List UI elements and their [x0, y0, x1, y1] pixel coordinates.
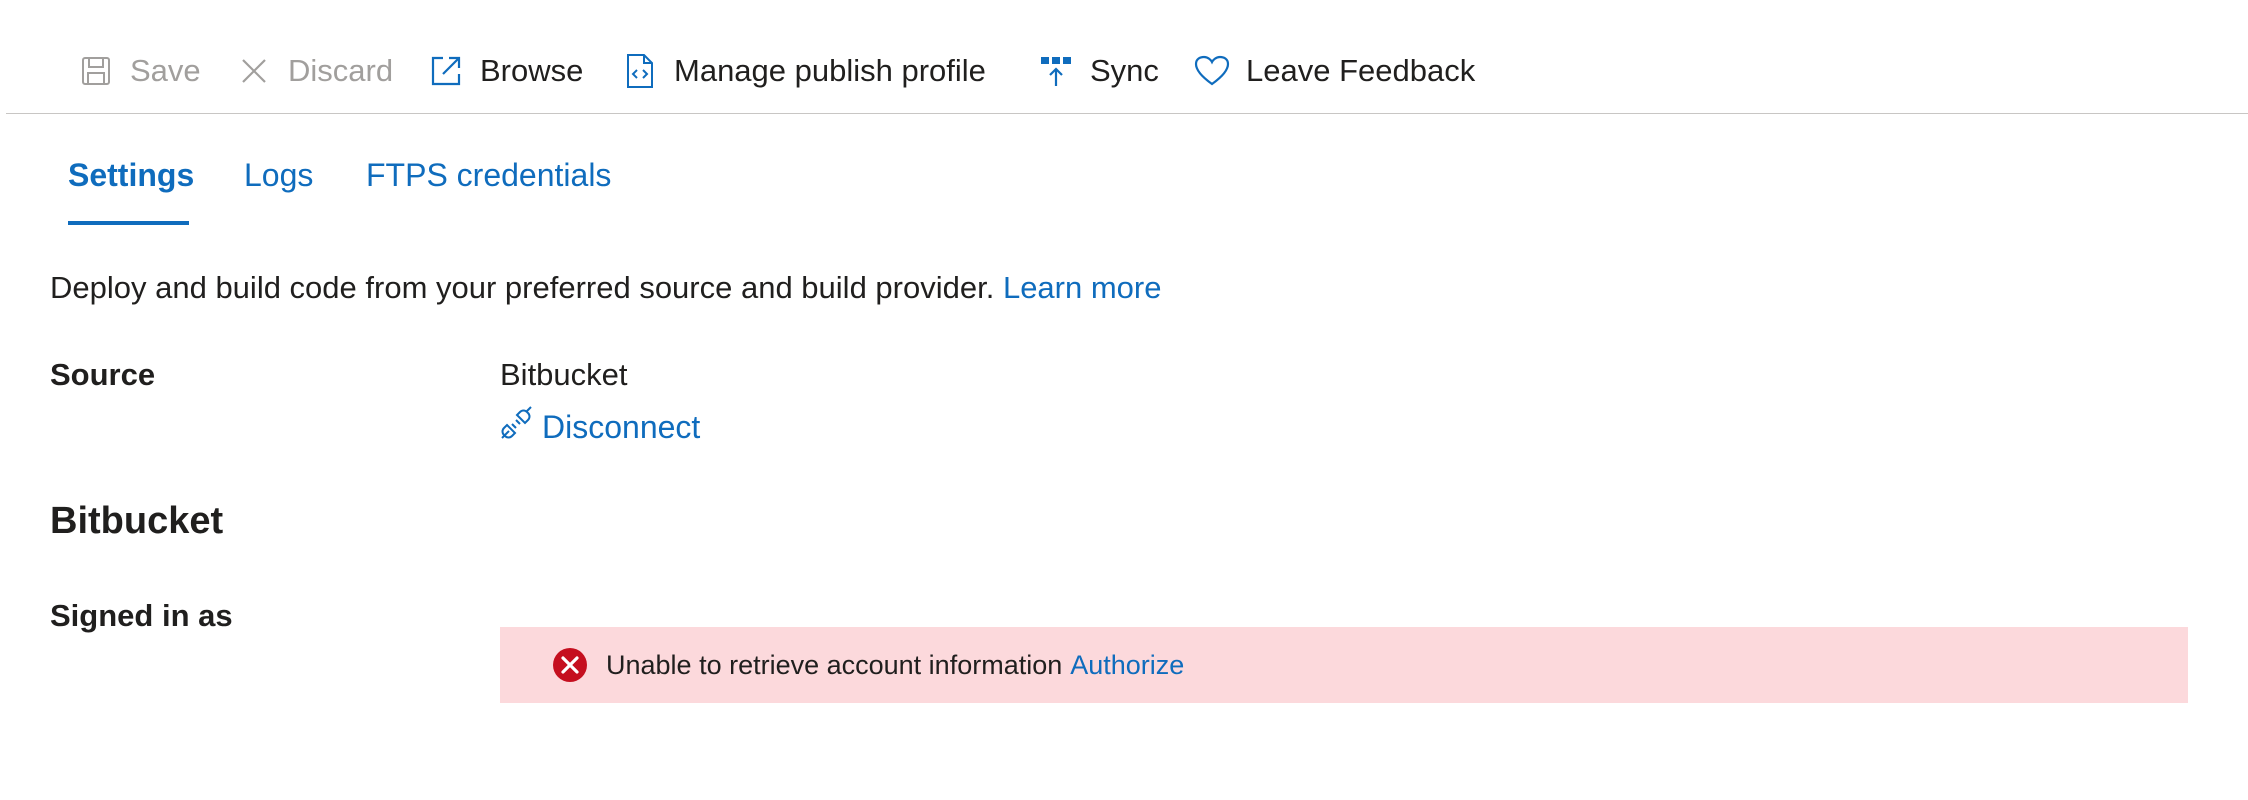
- save-icon: [78, 53, 114, 89]
- leave-feedback-label: Leave Feedback: [1246, 53, 1476, 88]
- save-button[interactable]: Save: [78, 45, 201, 97]
- tab-list: Settings Logs FTPS credentials: [0, 140, 2248, 230]
- save-label: Save: [130, 53, 201, 88]
- browse-button[interactable]: Browse: [428, 45, 583, 97]
- code-file-icon: [622, 53, 658, 89]
- tab-logs[interactable]: Logs: [244, 157, 313, 194]
- browse-label: Browse: [480, 53, 584, 88]
- manage-publish-profile-button[interactable]: Manage publish profile: [622, 45, 986, 97]
- tab-settings[interactable]: Settings: [68, 157, 194, 194]
- error-circle-icon: [552, 647, 588, 683]
- source-value: Bitbucket: [500, 357, 628, 392]
- sync-button[interactable]: Sync: [1038, 45, 1159, 97]
- description: Deploy and build code from your preferre…: [50, 270, 1161, 306]
- discard-button[interactable]: Discard: [236, 45, 393, 97]
- disconnect-label: Disconnect: [542, 408, 701, 445]
- sync-icon: [1038, 53, 1074, 89]
- close-icon: [236, 53, 272, 89]
- disconnect-link[interactable]: Disconnect: [500, 406, 700, 448]
- error-message-text: Unable to retrieve account information: [606, 649, 1063, 680]
- signed-in-as-label: Signed in as: [50, 598, 233, 633]
- heart-icon: [1194, 53, 1230, 89]
- plug-disconnect-icon: [500, 406, 532, 448]
- source-label: Source: [50, 357, 156, 392]
- learn-more-link[interactable]: Learn more: [1003, 270, 1162, 305]
- description-text: Deploy and build code from your preferre…: [50, 270, 995, 305]
- authorize-link[interactable]: Authorize: [1070, 650, 1184, 681]
- open-external-icon: [428, 53, 464, 89]
- manage-publish-profile-label: Manage publish profile: [674, 53, 986, 88]
- discard-label: Discard: [288, 53, 394, 88]
- active-tab-indicator: [68, 221, 189, 225]
- tab-ftps-credentials[interactable]: FTPS credentials: [366, 157, 611, 194]
- bitbucket-heading: Bitbucket: [50, 500, 224, 542]
- sync-label: Sync: [1090, 53, 1159, 88]
- error-message-bar: Unable to retrieve account information A…: [500, 627, 2188, 703]
- command-bar: Save Discard Browse Manage publish profi…: [6, 0, 2248, 114]
- leave-feedback-button[interactable]: Leave Feedback: [1194, 45, 1475, 97]
